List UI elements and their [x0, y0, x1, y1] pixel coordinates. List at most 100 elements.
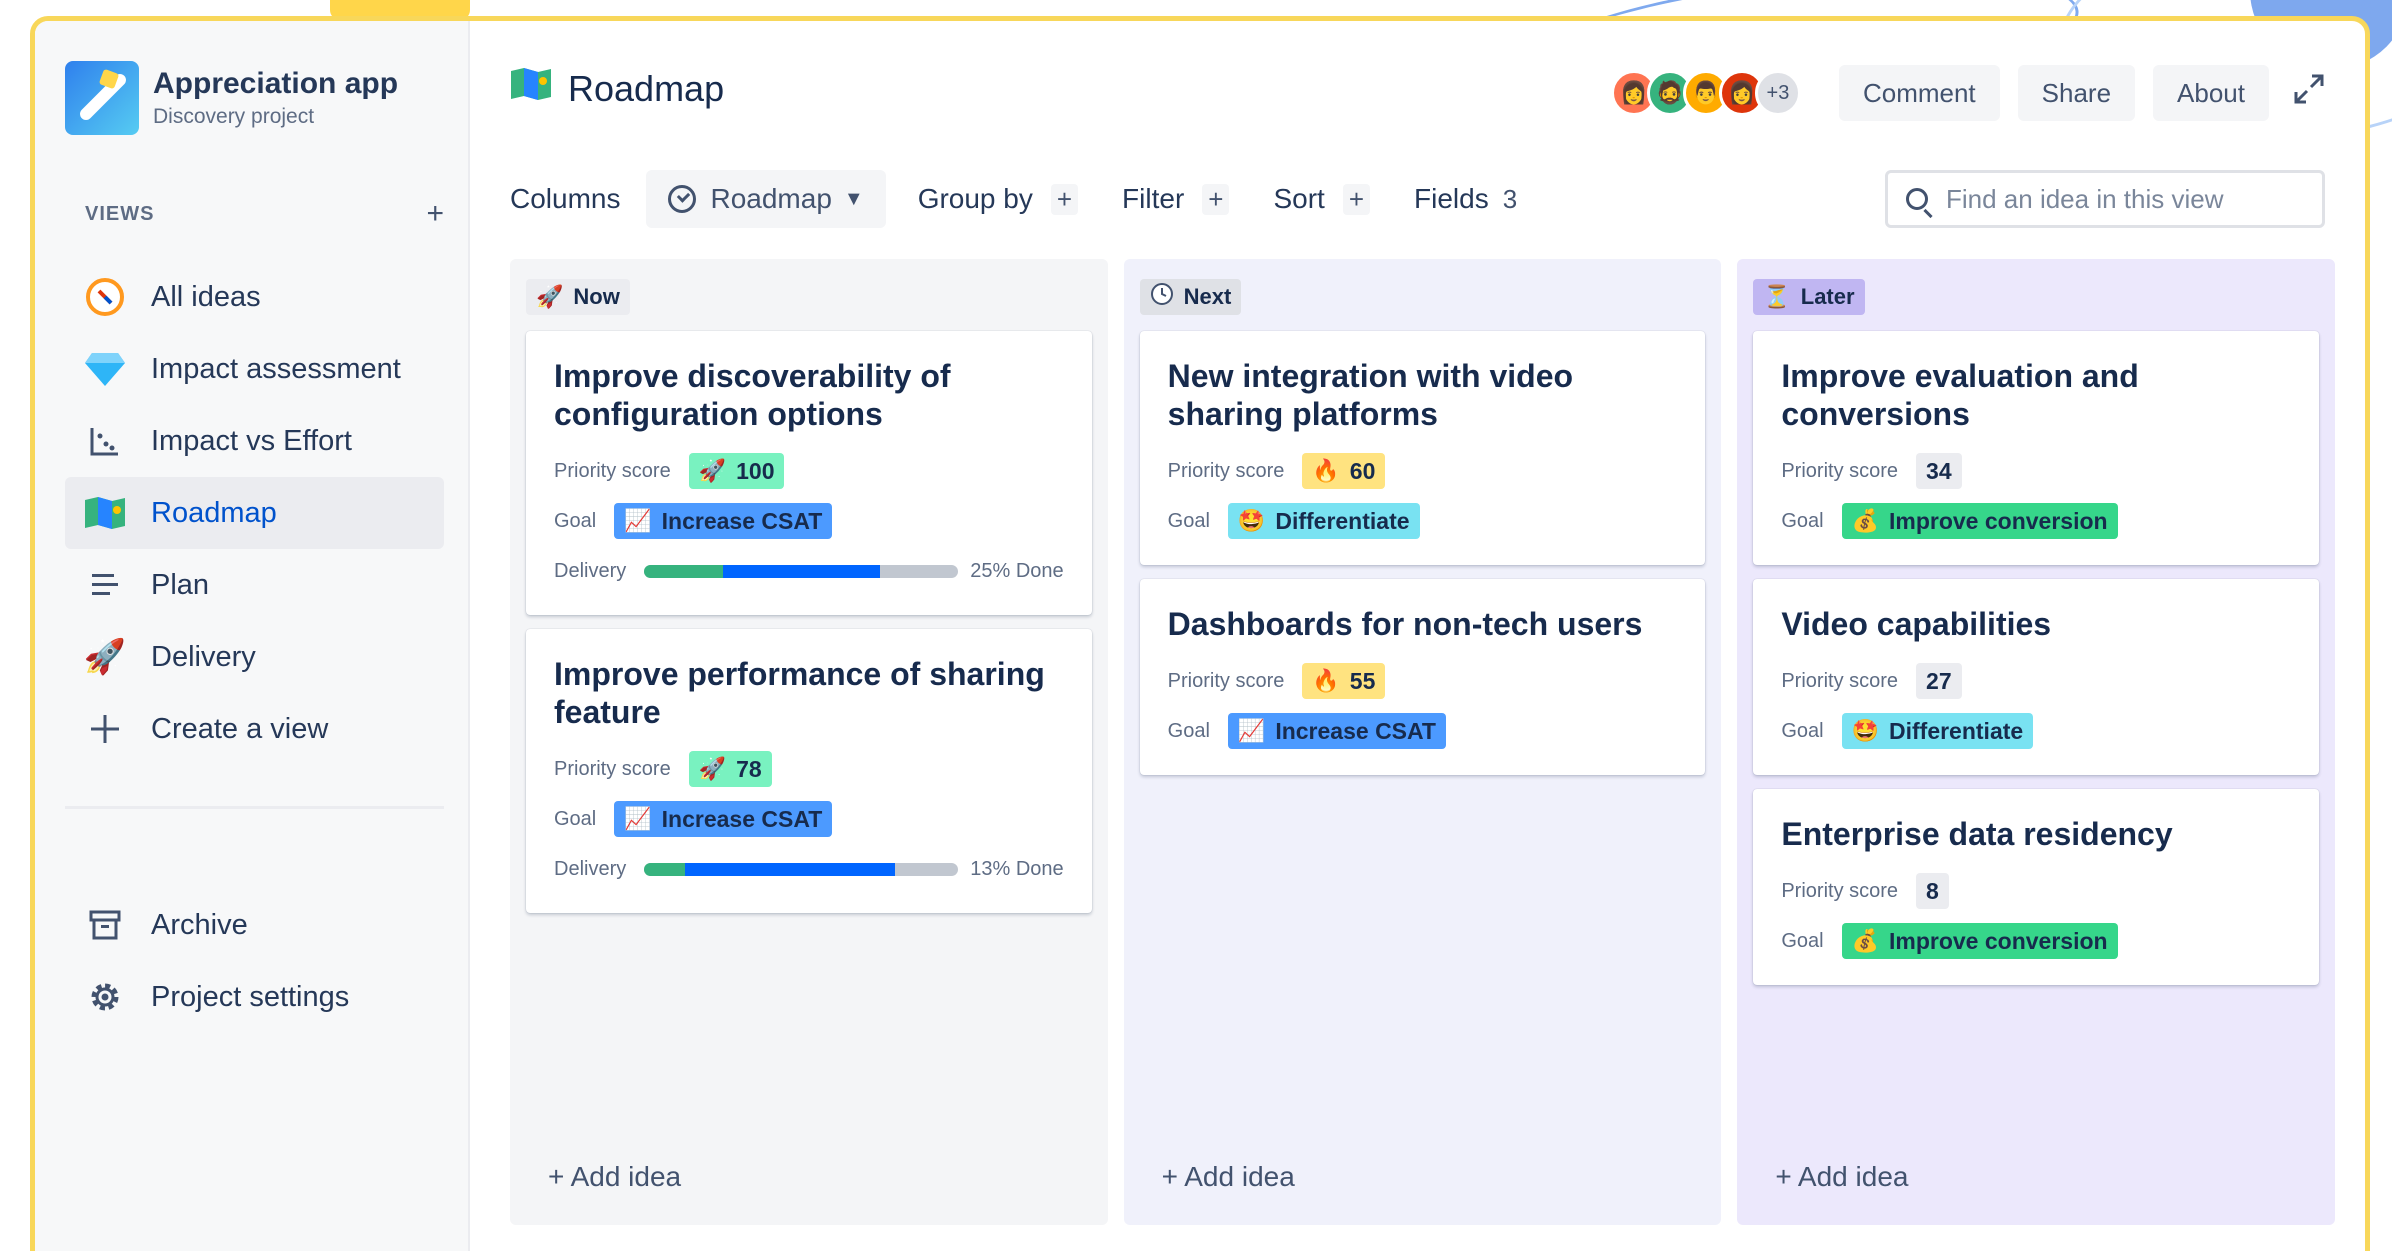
views-nav: All ideas Impact assessment Impact vs Ef… — [65, 261, 444, 765]
delivery-row: Delivery 25% Done — [554, 551, 1064, 591]
expand-icon[interactable] — [2293, 73, 2325, 114]
priority-row: Priority score 8 — [1781, 871, 2291, 911]
sidebar-item-project-settings[interactable]: Project settings — [65, 961, 444, 1033]
group-by-button[interactable]: Group by + — [918, 183, 1079, 215]
project-name: Appreciation app — [153, 67, 399, 100]
avatar-more-count[interactable]: +3 — [1754, 70, 1801, 116]
goal-badge: 📈 Increase CSAT — [614, 503, 833, 539]
priority-label: Priority score — [1167, 669, 1285, 692]
goal-label: Goal — [1167, 509, 1210, 532]
clock-icon — [1150, 282, 1174, 312]
idea-card[interactable]: Video capabilities Priority score 27 Goa… — [1753, 579, 2320, 775]
scatter-chart-icon — [81, 417, 129, 465]
project-header[interactable]: Appreciation app Discovery project — [65, 61, 398, 135]
view-toolbar: Columns Roadmap ▼ Group by + Filter + So… — [510, 169, 2325, 229]
goal-value: Improve conversion — [1889, 507, 2108, 534]
goal-badge: 💰 Improve conversion — [1841, 503, 2118, 539]
search-box[interactable] — [1885, 170, 2325, 228]
fire-icon: 🔥 — [1312, 458, 1340, 483]
idea-card[interactable]: New integration with video sharing platf… — [1139, 331, 1706, 565]
sidebar-item-label: Delivery — [151, 640, 256, 673]
sidebar-item-label: Impact assessment — [151, 352, 401, 385]
fire-icon: 🔥 — [1312, 668, 1340, 693]
filter-label: Filter — [1122, 183, 1185, 214]
chart-up-icon: 📈 — [624, 508, 652, 533]
idea-card[interactable]: Enterprise data residency Priority score… — [1753, 789, 2320, 985]
sidebar-item-impact-assessment[interactable]: Impact assessment — [65, 333, 444, 405]
delivery-percent: 25% Done — [970, 559, 1064, 582]
goal-row: Goal 💰 Improve conversion — [1781, 501, 2291, 541]
about-button[interactable]: About — [2153, 65, 2269, 121]
goal-value: Increase CSAT — [1275, 717, 1436, 744]
share-button[interactable]: Share — [2017, 65, 2136, 121]
sidebar-item-label: Roadmap — [151, 496, 277, 529]
priority-value: 55 — [1349, 667, 1376, 694]
priority-value: 60 — [1349, 457, 1376, 484]
goal-row: Goal 📈 Increase CSAT — [554, 799, 1064, 839]
priority-badge: 🚀 78 — [688, 751, 772, 787]
search-input[interactable] — [1946, 183, 2306, 215]
priority-row: Priority score 🔥 55 — [1168, 661, 1678, 701]
sidebar-divider — [65, 806, 444, 809]
sidebar-item-label: Create a view — [151, 712, 329, 745]
column-later: ⏳ Later Improve evaluation and conversio… — [1737, 259, 2336, 1225]
chart-up-icon: 📈 — [624, 806, 652, 831]
delivery-progress-bar — [644, 564, 959, 578]
sort-button[interactable]: Sort + — [1273, 183, 1371, 215]
project-subtitle: Discovery project — [153, 105, 315, 128]
comment-button[interactable]: Comment — [1838, 65, 2000, 121]
add-idea-button[interactable]: + Add idea — [1775, 1161, 1908, 1193]
delivery-row: Delivery 13% Done — [554, 849, 1064, 889]
sidebar-item-plan[interactable]: Plan — [65, 549, 444, 621]
priority-row: Priority score 🔥 60 — [1168, 451, 1678, 491]
add-view-button[interactable]: + — [426, 197, 444, 231]
fields-button[interactable]: Fields 3 — [1414, 183, 1517, 215]
sidebar-item-label: Plan — [151, 568, 210, 601]
roadmap-board: 🚀 Now Improve discoverability of configu… — [510, 259, 2336, 1239]
add-idea-button[interactable]: + Add idea — [1162, 1161, 1295, 1193]
column-header: ⏳ Later — [1753, 279, 1865, 315]
idea-card[interactable]: Improve evaluation and conversions Prior… — [1753, 331, 2320, 565]
filter-button[interactable]: Filter + — [1122, 183, 1230, 215]
main-content: Roadmap 👩 🧔 👨 👩 +3 Comment Share About C… — [470, 21, 2365, 1251]
sidebar-item-create-view[interactable]: Create a view — [65, 693, 444, 765]
goal-badge: 📈 Increase CSAT — [1227, 713, 1446, 749]
priority-value: 78 — [736, 755, 762, 782]
idea-card[interactable]: Improve discoverability of configuration… — [526, 331, 1092, 615]
idea-card[interactable]: Improve performance of sharing feature P… — [526, 629, 1092, 913]
sidebar-item-roadmap[interactable]: Roadmap — [65, 477, 444, 549]
progress-done-segment — [644, 564, 723, 578]
goal-label: Goal — [554, 509, 597, 532]
priority-label: Priority score — [1781, 669, 1899, 692]
sidebar-item-delivery[interactable]: 🚀 Delivery — [65, 621, 444, 693]
collaborator-avatars[interactable]: 👩 🧔 👨 👩 +3 — [1610, 70, 1801, 116]
priority-badge: 🚀 100 — [688, 453, 785, 489]
priority-badge: 27 — [1916, 663, 1962, 699]
columns-select[interactable]: Roadmap ▼ — [646, 170, 886, 228]
goal-row: Goal 📈 Increase CSAT — [554, 501, 1064, 541]
goal-value: Increase CSAT — [661, 507, 823, 534]
column-name: Next — [1183, 284, 1232, 309]
columns-label: Columns — [510, 183, 620, 215]
goal-row: Goal 🤩 Differentiate — [1781, 711, 2291, 751]
sidebar-item-impact-vs-effort[interactable]: Impact vs Effort — [65, 405, 444, 477]
plus-icon: + — [1202, 183, 1230, 215]
goal-label: Goal — [1781, 509, 1824, 532]
goal-badge: 📈 Increase CSAT — [614, 801, 833, 837]
hourglass-icon: ⏳ — [1763, 284, 1791, 309]
add-idea-button[interactable]: + Add idea — [548, 1161, 681, 1193]
priority-row: Priority score 27 — [1781, 661, 2291, 701]
idea-card[interactable]: Dashboards for non-tech users Priority s… — [1139, 579, 1706, 775]
page-header: Roadmap — [510, 66, 724, 111]
rocket-icon: 🚀 — [83, 638, 127, 676]
sidebar-item-archive[interactable]: Archive — [65, 889, 444, 961]
bottom-nav: Archive Project settings — [65, 889, 444, 1033]
page-title: Roadmap — [568, 67, 725, 109]
goal-value: Improve conversion — [1889, 927, 2108, 954]
priority-badge: 🔥 55 — [1302, 663, 1386, 699]
star-struck-icon: 🤩 — [1851, 718, 1879, 743]
check-circle-icon — [668, 185, 697, 213]
priority-label: Priority score — [1781, 879, 1899, 902]
sidebar-item-all-ideas[interactable]: All ideas — [65, 261, 444, 333]
goal-row: Goal 💰 Improve conversion — [1781, 921, 2291, 961]
